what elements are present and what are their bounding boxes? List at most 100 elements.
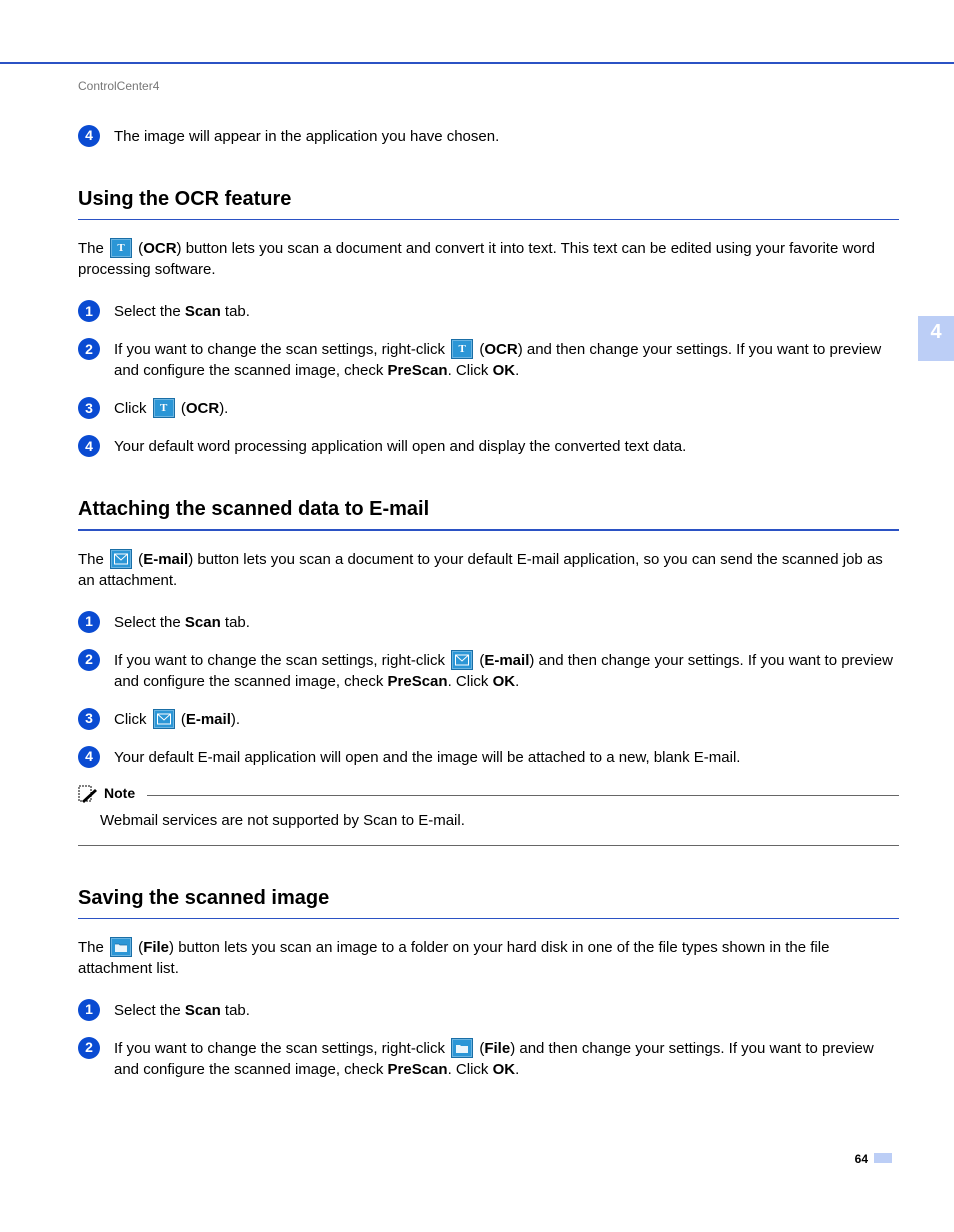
text: Scan [185, 614, 221, 631]
text: ) button lets you scan an image to a fol… [78, 939, 829, 977]
step-item: 1 Select the Scan tab. [78, 300, 899, 322]
step-number-icon: 1 [78, 999, 100, 1021]
step-number-icon: 4 [78, 125, 100, 147]
text: Select the [114, 614, 185, 631]
ocr-icon: T [110, 238, 132, 258]
text: The [78, 551, 108, 568]
step-number-icon: 1 [78, 611, 100, 633]
text: . [515, 673, 519, 690]
section-rule [78, 219, 899, 221]
section-heading-ocr: Using the OCR feature [78, 185, 899, 213]
text: The [78, 939, 108, 956]
email-icon [110, 549, 132, 569]
text: OK [493, 673, 516, 690]
label: OCR [484, 341, 517, 358]
step-text: Your default word processing application… [114, 435, 899, 457]
step-text: If you want to change the scan settings,… [114, 1037, 899, 1080]
step-item: 4 Your default word processing applicati… [78, 435, 899, 457]
step-item: 4 The image will appear in the applicati… [78, 125, 899, 147]
file-intro: The (File) button lets you scan an image… [78, 937, 899, 979]
step-item: 2 If you want to change the scan setting… [78, 1037, 899, 1080]
text: . Click [448, 1061, 493, 1078]
text: PreScan [388, 673, 448, 690]
text: ). [219, 400, 228, 417]
step-text: Your default E-mail application will ope… [114, 746, 899, 768]
step-item: 2 If you want to change the scan setting… [78, 338, 899, 381]
step-text: If you want to change the scan settings,… [114, 338, 899, 381]
email-icon [451, 650, 473, 670]
text: ). [231, 711, 240, 728]
ocr-icon: T [153, 398, 175, 418]
text: . [515, 362, 519, 379]
label: File [143, 939, 169, 956]
text: ) button lets you scan a document and co… [78, 240, 875, 278]
step-text: The image will appear in the application… [114, 125, 899, 147]
text: OK [493, 1061, 516, 1078]
page-content: ControlCenter4 4 The image will appear i… [78, 78, 899, 1096]
text: tab. [221, 303, 250, 320]
email-intro: The (E-mail) button lets you scan a docu… [78, 549, 899, 591]
ocr-icon: T [451, 339, 473, 359]
top-rule [0, 62, 954, 64]
step-number-icon: 3 [78, 397, 100, 419]
step-item: 1 Select the Scan tab. [78, 999, 899, 1021]
step-number-icon: 2 [78, 338, 100, 360]
ocr-intro: The T (OCR) button lets you scan a docum… [78, 238, 899, 280]
step-number-icon: 4 [78, 435, 100, 457]
text: Scan [185, 1002, 221, 1019]
step-item: 4 Your default E-mail application will o… [78, 746, 899, 768]
section-rule [78, 529, 899, 531]
text: Scan [185, 303, 221, 320]
text: Click [114, 711, 151, 728]
section-rule [78, 918, 899, 920]
step-item: 3 Click (E-mail). [78, 708, 899, 730]
text: Select the [114, 303, 185, 320]
note-text: Webmail services are not supported by Sc… [78, 810, 899, 846]
step-text: Select the Scan tab. [114, 999, 899, 1021]
text: tab. [221, 1002, 250, 1019]
step-number-icon: 1 [78, 300, 100, 322]
text: . [515, 1061, 519, 1078]
text: If you want to change the scan settings,… [114, 652, 449, 669]
step-item: 1 Select the Scan tab. [78, 611, 899, 633]
label: E-mail [143, 551, 188, 568]
rule [147, 795, 899, 796]
note-icon [78, 785, 98, 803]
text: PreScan [388, 1061, 448, 1078]
step-item: 2 If you want to change the scan setting… [78, 649, 899, 692]
step-number-icon: 2 [78, 649, 100, 671]
chapter-tab: 4 [918, 316, 954, 361]
section-heading-file: Saving the scanned image [78, 884, 899, 912]
text: . Click [448, 673, 493, 690]
breadcrumb: ControlCenter4 [78, 78, 899, 95]
page-number: 64 [855, 1151, 892, 1168]
step-text: If you want to change the scan settings,… [114, 649, 899, 692]
text: The [78, 240, 108, 257]
step-item: 3 Click T (OCR). [78, 397, 899, 419]
text: OK [493, 362, 516, 379]
label: OCR [143, 240, 176, 257]
text: . Click [448, 362, 493, 379]
step-text: Click (E-mail). [114, 708, 899, 730]
text: If you want to change the scan settings,… [114, 1040, 449, 1057]
file-icon [110, 937, 132, 957]
text: Click [114, 400, 151, 417]
text: ) button lets you scan a document to you… [78, 551, 883, 589]
step-text: Select the Scan tab. [114, 611, 899, 633]
note-label: Note [104, 784, 135, 804]
label: E-mail [186, 711, 231, 728]
step-text: Click T (OCR). [114, 397, 899, 419]
step-number-icon: 2 [78, 1037, 100, 1059]
label: OCR [186, 400, 219, 417]
section-heading-email: Attaching the scanned data to E-mail [78, 495, 899, 523]
text: PreScan [388, 362, 448, 379]
text: If you want to change the scan settings,… [114, 341, 449, 358]
file-icon [451, 1038, 473, 1058]
label: File [484, 1040, 510, 1057]
text: tab. [221, 614, 250, 631]
note-box: Note Webmail services are not supported … [78, 784, 899, 846]
label: E-mail [484, 652, 529, 669]
email-icon [153, 709, 175, 729]
step-text: Select the Scan tab. [114, 300, 899, 322]
step-number-icon: 4 [78, 746, 100, 768]
